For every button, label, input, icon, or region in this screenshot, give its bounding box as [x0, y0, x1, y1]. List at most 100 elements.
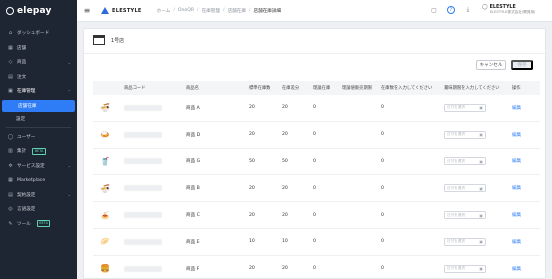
expiry-date-cell: 日付を選択 ▣ — [444, 184, 512, 193]
expiry-date-picker[interactable]: 日付を選択 ▣ — [444, 211, 486, 220]
breadcrumb-item[interactable]: 店舗在庫 — [228, 8, 246, 14]
user-menu[interactable]: ◯ ELESTYLE ELESTYLE株式会社(開発用) — [482, 4, 552, 15]
expiry-date-picker[interactable]: 日付を選択 ▣ — [444, 157, 486, 166]
sidebar-item[interactable]: ⌂ ダッシュボード — [0, 26, 77, 41]
cancel-button[interactable]: キャンセル — [476, 60, 506, 70]
sidebar-item-label: 言語設定 — [17, 207, 36, 213]
sidebar-item[interactable]: ◯ ユーザー — [0, 130, 77, 145]
product-code — [117, 131, 183, 138]
bowl-icon: 🍜 — [100, 183, 110, 193]
language-icon: ◎ — [8, 206, 13, 213]
dish-icon: 🍛 — [100, 130, 110, 140]
calendar-icon: ▣ — [479, 158, 483, 164]
product-code — [117, 265, 183, 272]
brand-name: ELESTYLE — [112, 7, 142, 14]
stock-input[interactable]: 0 — [380, 186, 444, 191]
redacted-code — [124, 212, 162, 219]
menu-toggle-icon[interactable]: ≡ — [77, 6, 97, 15]
sidebar-item[interactable]: ✲ サービス設定 ⌄ — [0, 159, 77, 174]
product-name: 商品 A — [186, 105, 200, 111]
sidebar-item[interactable]: ▥ 集計 BETA — [0, 144, 77, 159]
divider — [84, 53, 545, 54]
ops-cell: 編集 — [512, 132, 540, 138]
expiry-date-picker[interactable]: 日付を選択 ▣ — [444, 184, 486, 193]
table-row: 🍜 商品 A 20 20 0 0 日付を選択 ▣ 編集 — [93, 95, 540, 122]
product-image: 🍜 — [93, 103, 117, 112]
theoretical-stock: 0 — [313, 105, 316, 111]
table-row: 🥤 商品 G 50 50 0 0 日付を選択 ▣ 編集 — [93, 149, 540, 176]
redacted-code — [124, 158, 162, 165]
breadcrumb-item[interactable]: OneQR — [178, 8, 194, 13]
elepay-logo[interactable]: elepay — [0, 0, 77, 22]
edit-link[interactable]: 編集 — [512, 106, 521, 111]
dashboard-icon: ⌂ — [8, 30, 13, 37]
stock-input[interactable]: 0 — [380, 239, 444, 244]
product-code — [117, 212, 183, 219]
save-button[interactable]: 保存 — [511, 60, 533, 70]
breadcrumb: ホーム / OneQR / 在庫管理 / 店舗在庫 / 店舗在庫詳細 — [157, 8, 281, 14]
ops-cell: 編集 — [512, 158, 540, 164]
ops-cell: 編集 — [512, 266, 540, 272]
sidebar-item[interactable]: ✎ ツール BETA — [0, 217, 77, 232]
redacted-code — [124, 131, 162, 138]
sidebar-item[interactable]: ▣ 在庫管理 ⌃ — [0, 84, 77, 99]
stock-input[interactable]: 0 — [380, 132, 444, 137]
standard-stock: 50 — [249, 158, 255, 164]
top-header: ≡ ELESTYLE ホーム / OneQR / 在庫管理 / 店舗在庫 / 店舗在庫詳細 ▢ … — [77, 0, 552, 22]
standard-stock: 20 — [249, 266, 255, 272]
expiry-date-picker[interactable]: 日付を選択 ▣ — [444, 130, 486, 139]
marketplace-icon: ▦ — [8, 177, 13, 184]
sidebar-item[interactable]: ▤ 注文 — [0, 70, 77, 85]
edit-link[interactable]: 編集 — [512, 267, 521, 272]
breadcrumb-item[interactable]: 在庫管理 — [202, 8, 220, 14]
product-code — [117, 104, 183, 111]
ops-cell: 編集 — [512, 185, 540, 191]
breadcrumb-item[interactable]: ホーム — [157, 8, 171, 14]
product-image: 🍜 — [93, 184, 117, 193]
expiry-date-picker[interactable]: 日付を選択 ▣ — [444, 237, 486, 246]
stock-diff: 50 — [282, 158, 288, 164]
date-placeholder: 日付を選択 — [447, 212, 465, 217]
burger-icon: 🍔 — [100, 264, 110, 274]
edit-link[interactable]: 編集 — [512, 240, 521, 245]
stock-input[interactable]: 0 — [380, 105, 444, 110]
expiry-date-picker[interactable]: 日付を選択 ▣ — [444, 264, 486, 273]
logo-text: elepay — [17, 6, 52, 16]
download-icon[interactable]: ⤓ — [464, 6, 472, 14]
stock-input[interactable]: 0 — [380, 159, 444, 164]
chevron-icon: ⌄ — [67, 59, 71, 65]
chevron-icon: ⌄ — [67, 163, 71, 169]
sidebar-subitem[interactable]: 店舗在庫 — [2, 99, 75, 112]
theoretical-stock: 0 — [313, 185, 316, 191]
elepay-logo-icon — [6, 7, 14, 15]
date-placeholder: 日付を選択 — [447, 132, 465, 137]
sidebar-item[interactable]: ▦ 店舗 — [0, 41, 77, 56]
edit-link[interactable]: 編集 — [512, 186, 521, 191]
stock-diff: 20 — [282, 266, 288, 272]
sidebar-item[interactable]: ◇ 商品 ⌄ — [0, 55, 77, 70]
expiry-date-cell: 日付を選択 ▣ — [444, 103, 512, 112]
sidebar-item[interactable]: ◎ 言語設定 — [0, 202, 77, 217]
sidebar-subitem[interactable]: 設定 — [0, 113, 77, 125]
sidebar-item[interactable]: ▤ 契約設定 ⌄ — [0, 188, 77, 203]
edit-link[interactable]: 編集 — [512, 159, 521, 164]
sidebar-item[interactable]: ▦ Marketplace — [0, 173, 77, 188]
expiry-date-picker[interactable]: 日付を選択 ▣ — [444, 103, 486, 112]
sidebar-nav: ⌂ ダッシュボード ▦ 店舗 ◇ 商品 ⌄ ▤ 注文 ▣ 在庫管理 ⌃ 店舗在庫 設定 ◯ ユーザー ▥ 集計 BE… — [0, 26, 77, 231]
user-name: ELESTYLE — [489, 4, 516, 10]
ops-cell: 編集 — [512, 105, 540, 111]
snack-icon: 🥟 — [100, 237, 110, 247]
sidebar-item-label: Marketplace — [17, 177, 46, 183]
product-name: 商品 B — [186, 186, 200, 192]
stock-input[interactable]: 0 — [380, 266, 444, 271]
header-limit: 理論値販売期限 — [342, 86, 373, 91]
help-icon[interactable]: ? — [447, 6, 455, 14]
edit-link[interactable]: 編集 — [512, 133, 521, 138]
edit-link[interactable]: 編集 — [512, 213, 521, 218]
product-image: 🥤 — [93, 157, 117, 166]
product-name: 商品 G — [186, 159, 201, 165]
stock-input[interactable]: 0 — [380, 213, 444, 218]
redacted-code — [124, 238, 162, 245]
calendar-icon[interactable]: ▢ — [430, 6, 438, 14]
sidebar-item-label: ツール — [17, 221, 31, 227]
